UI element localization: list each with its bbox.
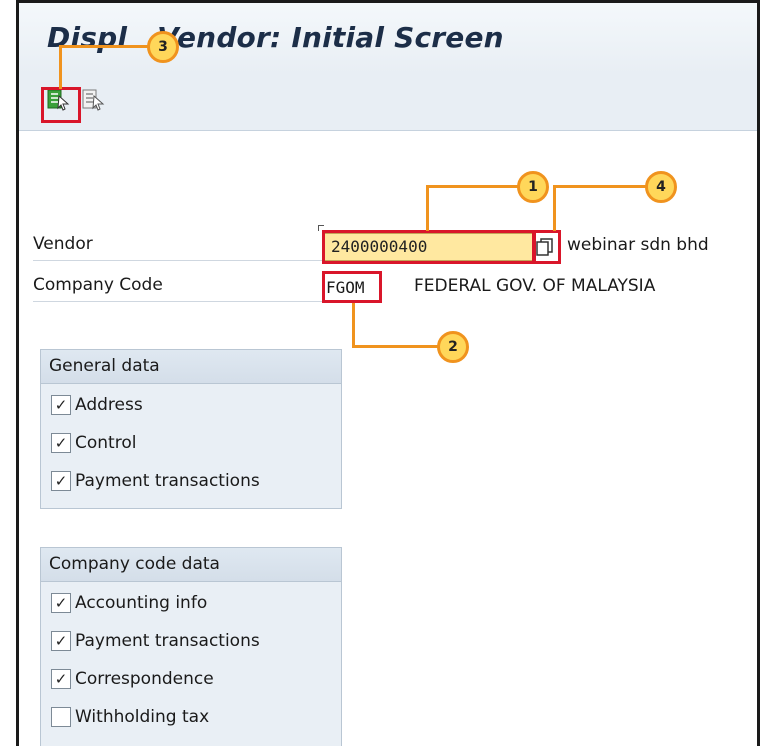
page-title: Displ Vendor: Initial Screen	[47, 21, 504, 54]
title-bar: Displ Vendor: Initial Screen	[19, 3, 757, 75]
page-title-end: Vendor: Initial Screen	[157, 21, 504, 54]
connector-line	[553, 185, 649, 188]
general-data-item-payment[interactable]: ✓ Payment transactions	[41, 462, 341, 500]
cc-data-item-accounting[interactable]: ✓ Accounting info	[41, 584, 341, 622]
checkbox-label: Address	[75, 395, 143, 415]
general-data-group: General data ✓ Address ✓ Control ✓ Payme…	[40, 349, 342, 509]
highlight-copy	[533, 230, 561, 264]
checkbox[interactable]: ✓	[51, 395, 71, 415]
callout-3: 3	[147, 31, 179, 63]
callout-2: 2	[437, 331, 469, 363]
general-data-item-control[interactable]: ✓ Control	[41, 424, 341, 462]
checkbox[interactable]: ✓	[51, 471, 71, 491]
checkbox-label: Control	[75, 433, 137, 453]
checkbox-label: Withholding tax	[75, 707, 210, 727]
highlight-execute	[41, 87, 81, 123]
checkbox-label: Accounting info	[75, 593, 208, 613]
connector-line	[352, 345, 442, 348]
other-screen-button[interactable]	[80, 87, 106, 113]
general-data-item-address[interactable]: ✓ Address	[41, 386, 341, 424]
highlight-company-code	[322, 271, 382, 303]
vendor-row: Vendor	[33, 231, 329, 261]
callout-4: 4	[645, 171, 677, 203]
company-code-data-header: Company code data	[41, 548, 341, 582]
connector-line	[553, 185, 556, 231]
checkbox[interactable]: ✓	[51, 433, 71, 453]
cc-data-item-correspondence[interactable]: ✓ Correspondence	[41, 660, 341, 698]
connector-line	[59, 45, 62, 89]
highlight-vendor	[322, 230, 535, 264]
checkbox[interactable]: ✓	[51, 669, 71, 689]
checkbox[interactable]: ✓	[51, 631, 71, 651]
checkbox-label: Correspondence	[75, 669, 214, 689]
vendor-label: Vendor	[33, 234, 93, 254]
checkbox[interactable]: ✓	[51, 593, 71, 613]
vendor-description: webinar sdn bhd	[567, 235, 709, 255]
company-code-label: Company Code	[33, 275, 163, 295]
checkbox-label: Payment transactions	[75, 631, 260, 651]
connector-line	[59, 45, 149, 48]
connector-line	[352, 303, 355, 347]
other-screen-icon	[82, 89, 105, 111]
application-toolbar	[19, 75, 757, 131]
sap-window: Displ Vendor: Initial Screen Vendor 2400…	[16, 0, 760, 746]
checkbox-label: Payment transactions	[75, 471, 260, 491]
callout-1: 1	[517, 171, 549, 203]
company-code-data-group: Company code data ✓ Accounting info ✓ Pa…	[40, 547, 342, 746]
connector-line	[426, 185, 429, 231]
general-data-header: General data	[41, 350, 341, 384]
cc-data-item-withholding[interactable]: Withholding tax	[41, 698, 341, 736]
cc-data-item-payment[interactable]: ✓ Payment transactions	[41, 622, 341, 660]
company-code-row: Company Code	[33, 272, 329, 302]
company-code-description: FEDERAL GOV. OF MALAYSIA	[414, 276, 656, 296]
checkbox[interactable]	[51, 707, 71, 727]
connector-line	[426, 185, 520, 188]
